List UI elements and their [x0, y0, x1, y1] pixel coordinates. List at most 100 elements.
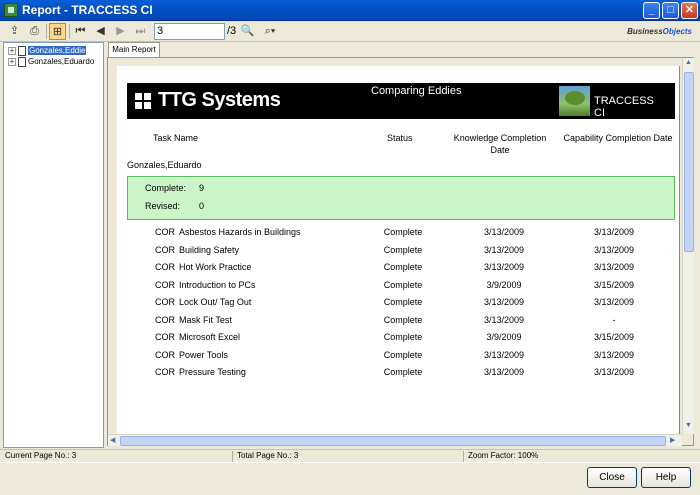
tab-main-report[interactable]: Main Report	[108, 42, 160, 57]
horizontal-scroll-thumb[interactable]	[120, 436, 666, 446]
brand-logo: BusinessObjects	[627, 27, 692, 36]
export-icon[interactable]: ⇪	[6, 23, 23, 40]
minimize-button[interactable]: _	[643, 2, 660, 19]
row-task-name: Microsoft Excel	[179, 332, 241, 342]
row-task-name: Building Safety	[179, 244, 240, 255]
first-page-icon[interactable]: ⏮	[72, 23, 89, 40]
summary-box: Complete: 9 Revised: 0	[127, 176, 675, 220]
row-status: Complete	[383, 332, 423, 342]
row-task-name: Asbestos Hazards in Buildings	[179, 227, 301, 237]
column-header-capability: Capability Completion Date	[563, 133, 673, 143]
tree-item-label[interactable]: Gonzales,Eddie	[28, 46, 87, 55]
row-capability-date: 3/15/2009	[593, 332, 635, 342]
row-knowledge-date: 3/13/2009	[483, 227, 525, 237]
company-name: TTG Systems	[158, 89, 281, 111]
total-page-status: Total Page No.: 3	[237, 451, 299, 460]
current-page-status: Current Page No.: 3	[5, 451, 77, 460]
scroll-right-icon[interactable]: ▶	[670, 436, 675, 444]
row-code: COR	[155, 262, 175, 272]
print-icon[interactable]: ⎙	[26, 23, 43, 40]
row-capability-date: 3/13/2009	[593, 244, 635, 255]
page-number-input[interactable]: 3	[154, 23, 225, 40]
tree-item[interactable]: + Gonzales,Eduardo	[8, 56, 94, 68]
table-row: COR Asbestos Hazards in Buildings Comple…	[117, 227, 680, 241]
scroll-up-icon[interactable]: ▲	[685, 59, 692, 66]
group-tree: + Gonzales,Eddie + Gonzales,Eduardo	[3, 42, 104, 448]
revised-label: Revised:	[145, 201, 181, 211]
row-knowledge-date: 3/13/2009	[483, 262, 525, 272]
row-status: Complete	[383, 244, 423, 255]
row-code: COR	[155, 332, 175, 342]
complete-label: Complete:	[145, 183, 187, 193]
row-capability-date: 3/13/2009	[593, 349, 635, 360]
table-row: COR Hot Work Practice Complete 3/13/2009…	[117, 262, 680, 276]
table-row: COR Power Tools Complete 3/13/2009 3/13/…	[117, 350, 680, 364]
tree-logo-icon	[559, 86, 590, 116]
product-name: TRACCESS CI	[594, 95, 654, 119]
row-task-name: Pressure Testing	[179, 367, 246, 377]
column-header-knowledge: Knowledge Completion Date	[453, 133, 547, 155]
vertical-scroll-thumb[interactable]	[684, 72, 694, 252]
row-code: COR	[155, 314, 175, 325]
document-icon	[18, 56, 26, 67]
row-capability-date: 3/13/2009	[593, 297, 635, 307]
status-bar: Current Page No.: 3 Total Page No.: 3 Zo…	[0, 449, 700, 462]
row-code: COR	[155, 297, 175, 307]
table-row: COR Pressure Testing Complete 3/13/2009 …	[117, 367, 680, 381]
row-task-name: Mask Fit Test	[179, 314, 232, 325]
expand-icon[interactable]: +	[8, 46, 16, 55]
group-tree-icon[interactable]: ⊞	[49, 23, 66, 40]
report-header: TTG Systems Comparing Eddies TRACCESS CI	[127, 83, 675, 119]
row-code: COR	[155, 279, 175, 290]
report-page: TTG Systems Comparing Eddies TRACCESS CI…	[117, 66, 680, 446]
row-status: Complete	[383, 279, 423, 290]
row-capability-date: -	[612, 314, 616, 325]
close-button[interactable]: Close	[587, 467, 637, 488]
traccess-logo: TRACCESS CI	[559, 86, 667, 119]
vertical-scrollbar[interactable]: ▲ ▼	[682, 58, 694, 434]
maximize-button[interactable]: □	[662, 2, 679, 19]
ttg-logo-icon	[135, 93, 152, 110]
row-status: Complete	[383, 297, 423, 307]
row-status: Complete	[383, 227, 423, 237]
table-row: COR Building Safety Complete 3/13/2009 3…	[117, 245, 680, 259]
help-button[interactable]: Help	[641, 467, 691, 488]
horizontal-scrollbar[interactable]: ◀ ▶	[108, 434, 682, 446]
page-total: /3	[227, 25, 237, 37]
scroll-down-icon[interactable]: ▼	[685, 422, 692, 429]
app-icon	[4, 3, 18, 17]
row-task-name: Power Tools	[179, 349, 228, 360]
expand-icon[interactable]: +	[8, 57, 16, 66]
row-task-name: Introduction to PCs	[179, 279, 256, 290]
row-knowledge-date: 3/13/2009	[483, 314, 525, 325]
row-code: COR	[155, 227, 175, 237]
prev-page-icon[interactable]: ◀	[92, 23, 109, 40]
row-status: Complete	[383, 367, 423, 377]
complete-value: 9	[199, 183, 205, 193]
table-row: COR Lock Out/ Tag Out Complete 3/13/2009…	[117, 297, 680, 311]
row-knowledge-date: 3/13/2009	[483, 297, 525, 307]
tree-item-label[interactable]: Gonzales,Eduardo	[28, 57, 94, 66]
title-bar: Report - TRACCESS CI _ □ ✕	[0, 0, 700, 21]
row-status: Complete	[383, 349, 423, 360]
row-code: COR	[155, 349, 175, 360]
document-icon	[18, 45, 26, 56]
search-icon[interactable]: 🔍	[239, 23, 256, 40]
close-window-button[interactable]: ✕	[681, 2, 698, 19]
row-capability-date: 3/13/2009	[593, 367, 635, 377]
next-page-icon[interactable]: ▶	[112, 23, 129, 40]
scroll-left-icon[interactable]: ◀	[110, 436, 115, 444]
zoom-icon[interactable]: ⌕▾	[258, 23, 282, 40]
zoom-factor-status: Zoom Factor: 100%	[468, 451, 539, 460]
last-page-icon[interactable]: ⏭	[132, 23, 149, 40]
row-code: COR	[155, 367, 175, 377]
row-status: Complete	[383, 262, 423, 272]
row-task-name: Lock Out/ Tag Out	[179, 297, 252, 307]
row-capability-date: 3/13/2009	[593, 227, 635, 237]
row-status: Complete	[383, 314, 423, 325]
table-row: COR Microsoft Excel Complete 3/9/2009 3/…	[117, 332, 680, 346]
tab-bar: Main Report	[107, 42, 697, 57]
row-task-name: Hot Work Practice	[179, 262, 252, 272]
toolbar: ⇪ ⎙ ⊞ ⏮ ◀ ▶ ⏭ 3 /3 🔍 ⌕▾ BusinessObjects	[0, 21, 700, 42]
table-row: COR Mask Fit Test Complete 3/13/2009 -	[117, 315, 680, 329]
